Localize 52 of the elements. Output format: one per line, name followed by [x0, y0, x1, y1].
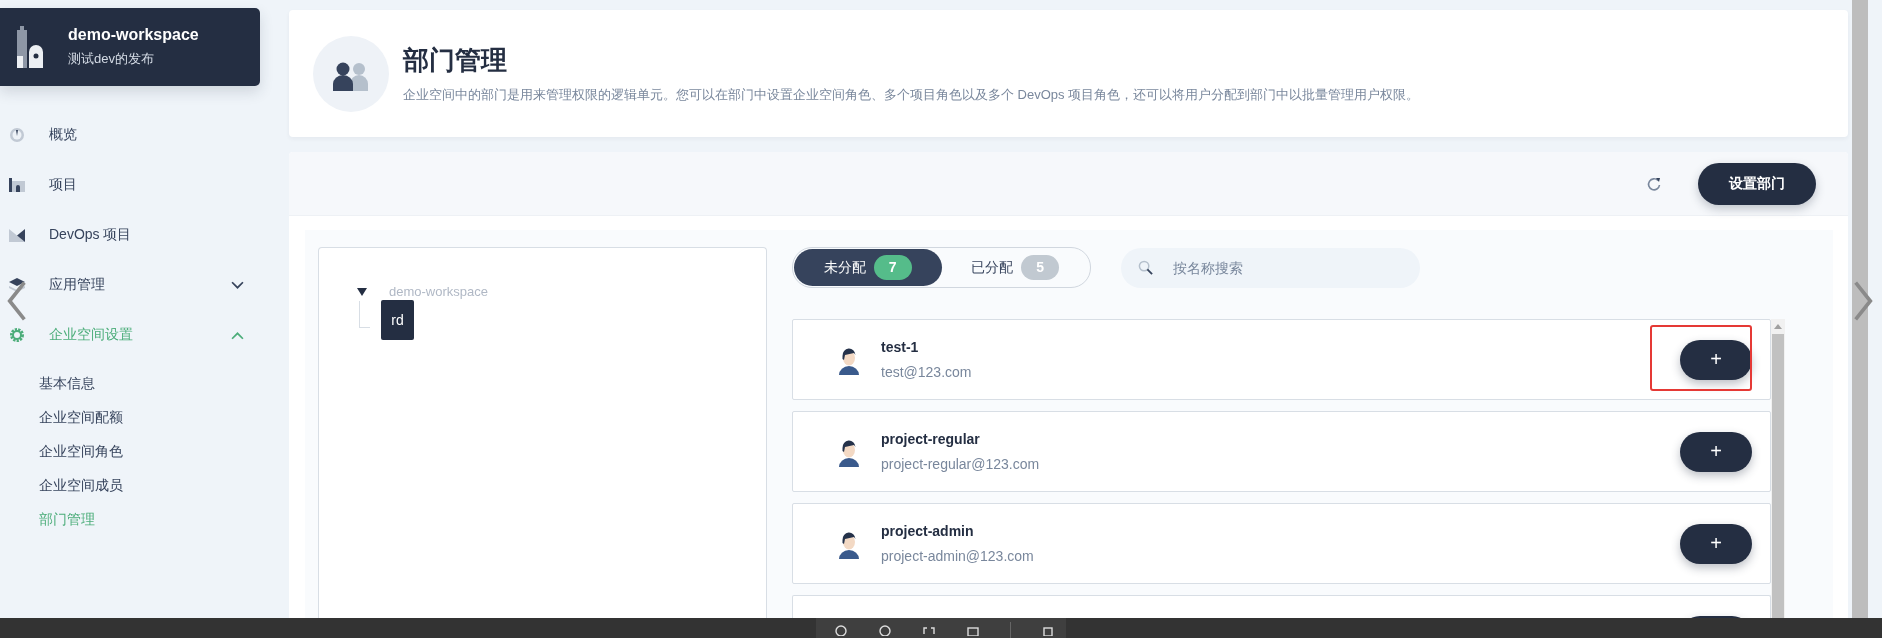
count-badge: 7: [873, 255, 912, 280]
refresh-icon[interactable]: [1646, 175, 1662, 192]
layers-icon: [9, 277, 25, 293]
zoom-out-icon[interactable]: [878, 622, 892, 636]
submenu-item[interactable]: 基本信息: [0, 366, 95, 400]
workspace-name: demo-workspace: [68, 26, 199, 44]
add-button[interactable]: +: [1680, 523, 1752, 564]
add-button[interactable]: +: [1680, 339, 1752, 380]
previous-icon[interactable]: [6, 280, 28, 322]
member-name: project-admin: [881, 523, 975, 539]
nav-label: 企业空间设置: [49, 326, 133, 344]
nav-item[interactable]: 应用管理: [0, 260, 250, 310]
nav-item[interactable]: DevOps 项目: [0, 210, 250, 260]
gear-icon: [9, 327, 25, 343]
count-badge: 5: [1021, 255, 1060, 280]
tab-label: 未分配: [823, 258, 866, 277]
building-icon: [14, 26, 44, 68]
project-icon: [9, 177, 25, 193]
caret-down-icon[interactable]: [357, 286, 367, 297]
nav-label: DevOps 项目: [49, 226, 132, 244]
page-title: 部门管理: [403, 44, 508, 77]
submenu-item[interactable]: 企业空间角色: [0, 434, 123, 468]
tab[interactable]: 已分配 5: [941, 249, 1089, 286]
search-icon: [1138, 259, 1153, 275]
tree-connector-line: [359, 301, 370, 328]
nav-item[interactable]: 概览: [0, 110, 250, 160]
nav-label: 概览: [49, 126, 77, 144]
nav-label: 应用管理: [49, 276, 105, 294]
member-name: project-regular: [881, 431, 981, 447]
workspace-subtitle: 测试dev的发布: [68, 50, 155, 68]
add-button[interactable]: +: [1680, 431, 1752, 472]
search-field[interactable]: 按名称搜索: [1121, 247, 1420, 288]
member-email: project-regular@123.com: [881, 456, 1041, 472]
set-department-button[interactable]: 设置部门: [1698, 162, 1816, 205]
tab-label: 已分配: [971, 258, 1014, 277]
zoom-in-icon[interactable]: [834, 622, 848, 636]
tab[interactable]: 未分配 7: [794, 249, 942, 286]
member-email: project-admin@123.com: [881, 548, 1035, 564]
scrollbar[interactable]: [1852, 0, 1868, 618]
member-name: test-1: [881, 339, 920, 355]
nav-item[interactable]: 项目: [0, 160, 250, 210]
scrollbar[interactable]: [1771, 319, 1785, 618]
users-icon: [313, 35, 389, 112]
page-description: 企业空间中的部门是用来管理权限的逻辑单元。您可以在部门中设置企业空间角色、多个项目角色以及多个 DevOps 项目角色，还可以将用户分配到部门中以批量管理用户权限。: [403, 86, 1420, 104]
gauge-icon: [9, 127, 25, 143]
next-icon[interactable]: [1852, 280, 1874, 322]
submenu-item[interactable]: 企业空间配额: [0, 400, 123, 434]
submenu-item[interactable]: 企业空间成员: [0, 468, 123, 502]
member-email: test@123.com: [881, 364, 973, 380]
devops-icon: [9, 227, 25, 243]
tree-node[interactable]: rd: [381, 300, 414, 340]
nav-label: 项目: [49, 176, 77, 194]
